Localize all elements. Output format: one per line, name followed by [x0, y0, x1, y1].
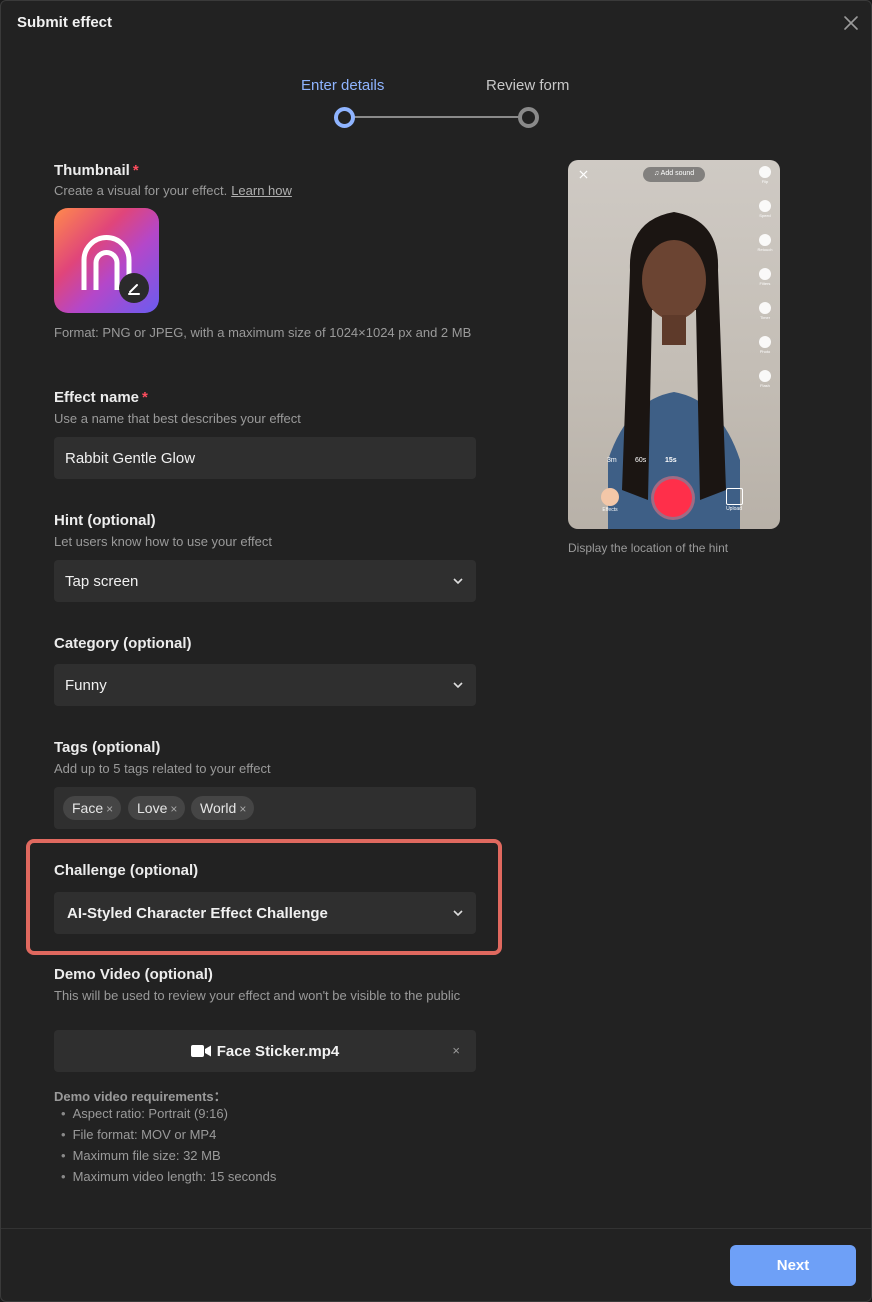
photo-icon: Photo — [757, 336, 773, 354]
hint-desc: Let users know how to use your effect — [54, 534, 272, 549]
footer-divider — [1, 1228, 871, 1229]
remove-tag-icon[interactable]: × — [106, 802, 113, 816]
demo-video-file[interactable]: Face Sticker.mp4 × — [54, 1030, 476, 1072]
filters-icon: Filters — [757, 268, 773, 286]
demo-video-label: Demo Video (optional) — [54, 966, 213, 983]
tag-chip: Face × — [63, 796, 122, 820]
category-select[interactable]: Funny — [54, 664, 476, 706]
remove-tag-icon[interactable]: × — [239, 802, 246, 816]
upload-button: Upload — [724, 488, 744, 512]
record-button — [654, 479, 692, 517]
thumbnail-format-note: Format: PNG or JPEG, with a maximum size… — [54, 325, 472, 340]
requirements-list: Aspect ratio: Portrait (9:16) File forma… — [61, 1105, 277, 1189]
list-item: Maximum video length: 15 seconds — [61, 1168, 277, 1189]
step-dot-active — [334, 107, 355, 128]
retouch-icon: Retouch — [757, 234, 773, 252]
thumbnail-desc: Create a visual for your effect. Learn ho… — [54, 183, 292, 198]
submit-effect-dialog: Submit effect Enter details Review form … — [0, 0, 872, 1302]
effects-button: Effects — [600, 488, 620, 513]
effect-name-desc: Use a name that best describes your effe… — [54, 411, 301, 426]
step-review-form: Review form — [486, 77, 570, 94]
chevron-down-icon — [453, 578, 463, 585]
thumbnail-image[interactable] — [54, 208, 159, 313]
hint-select[interactable]: Tap screen — [54, 560, 476, 602]
chevron-down-icon — [453, 682, 463, 689]
tags-input[interactable]: Face × Love × World × — [54, 787, 476, 829]
challenge-select[interactable]: AI-Styled Character Effect Challenge — [54, 892, 476, 934]
timer-option: 3m — [607, 457, 617, 464]
video-file-row: Face Sticker.mp4 — [54, 1043, 476, 1060]
flip-icon: Flip — [757, 166, 773, 184]
demo-video-desc: This will be used to review your effect … — [54, 988, 461, 1003]
tags-label: Tags (optional) — [54, 739, 161, 756]
thumbnail-label: Thumbnail * — [54, 162, 139, 179]
challenge-label: Challenge (optional) — [54, 862, 199, 879]
hint-value: Tap screen — [65, 573, 139, 590]
add-sound-pill: ♫ Add sound — [643, 167, 705, 182]
person-photo — [608, 212, 740, 529]
stepper-line — [353, 116, 519, 118]
close-icon[interactable] — [841, 13, 861, 33]
step-enter-details: Enter details — [301, 77, 385, 94]
tags-desc: Add up to 5 tags related to your effect — [54, 761, 271, 776]
challenge-value: AI-Styled Character Effect Challenge — [67, 905, 328, 922]
video-camera-icon — [190, 1045, 211, 1057]
chevron-down-icon — [453, 910, 463, 917]
list-item: File format: MOV or MP4 — [61, 1126, 276, 1147]
requirements-title: Demo video requirements： — [54, 1089, 227, 1104]
tag-chip: Love × — [128, 796, 186, 820]
list-item: Aspect ratio: Portrait (9:16) — [61, 1105, 276, 1126]
category-label: Category (optional) — [54, 635, 192, 652]
flash-icon: Flash — [757, 370, 773, 388]
timer-icon: Timer — [757, 302, 773, 320]
list-item: Maximum file size: 32 MB — [61, 1147, 276, 1168]
remove-tag-icon[interactable]: × — [170, 802, 177, 816]
preview-caption: Display the location of the hint — [568, 541, 729, 555]
category-value: Funny — [65, 677, 107, 694]
effect-name-input[interactable]: Rabbit Gentle Glow — [54, 437, 476, 479]
close-icon — [579, 170, 588, 179]
hint-label: Hint (optional) — [54, 512, 156, 529]
edit-icon[interactable] — [119, 273, 149, 303]
timer-option: 15s — [665, 457, 677, 464]
effect-name-value: Rabbit Gentle Glow — [65, 450, 196, 467]
learn-how-link[interactable]: Learn how — [231, 183, 292, 198]
effect-name-label: Effect name * — [54, 389, 148, 406]
dialog-title: Submit effect — [17, 14, 113, 31]
timer-option: 60s — [635, 457, 647, 464]
video-file-name: Face Sticker.mp4 — [216, 1043, 340, 1060]
tag-chip: World × — [191, 796, 255, 820]
remove-video-icon[interactable]: × — [452, 1043, 460, 1058]
speed-icon: Speed — [757, 200, 773, 218]
next-button[interactable]: Next — [730, 1245, 856, 1286]
hint-preview-phone: ♫ Add sound Flip Speed Retouch Filters T… — [568, 160, 780, 529]
step-dot-inactive — [518, 107, 539, 128]
